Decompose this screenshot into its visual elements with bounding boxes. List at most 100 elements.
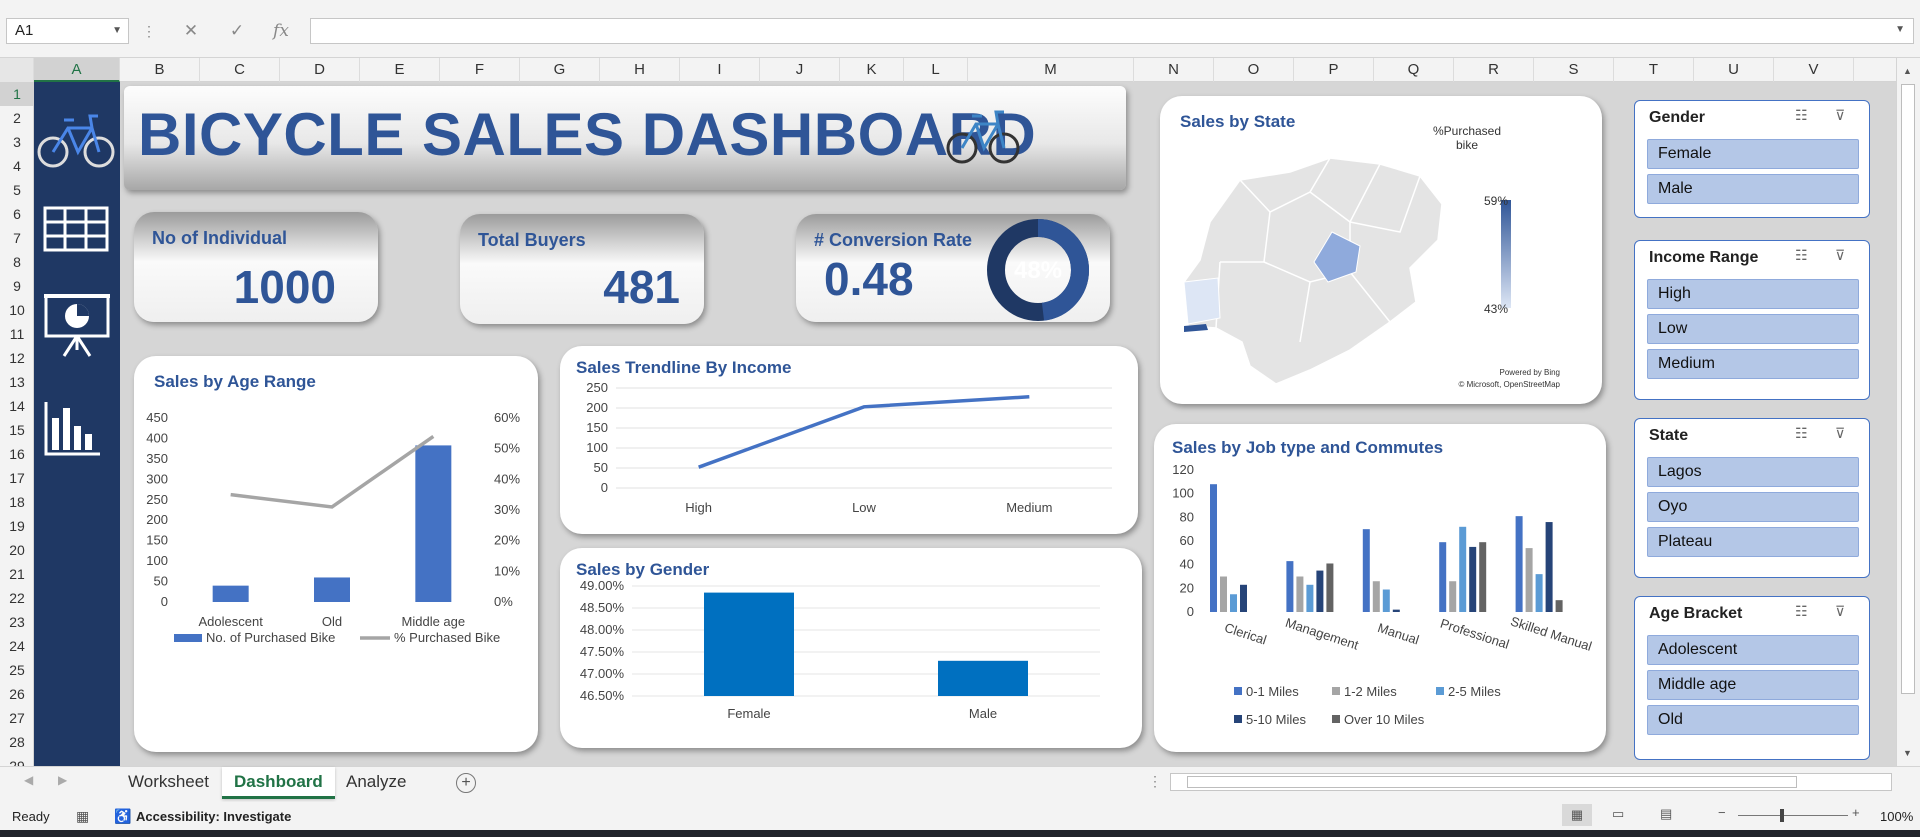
chevron-down-icon[interactable]: ▼ (1895, 24, 1905, 35)
row-header[interactable]: 12 (0, 346, 34, 370)
more-options-icon[interactable]: ⋮ (1148, 773, 1162, 790)
row-header[interactable]: 1 (0, 82, 34, 106)
row-header[interactable]: 28 (0, 730, 34, 754)
add-sheet-button[interactable]: + (456, 773, 476, 793)
column-header-o[interactable]: O (1214, 58, 1294, 82)
column-header-t[interactable]: T (1614, 58, 1694, 82)
table-icon[interactable] (43, 206, 109, 252)
row-header[interactable]: 23 (0, 610, 34, 634)
scroll-down-icon[interactable]: ▼ (1903, 748, 1912, 758)
scroll-right-icon[interactable]: ▶ (58, 773, 67, 787)
multi-select-icon[interactable]: ☷ (1795, 425, 1808, 442)
scroll-thumb[interactable] (1187, 776, 1797, 788)
clear-filter-icon[interactable]: ⊽ (1835, 107, 1845, 124)
page-layout-icon[interactable]: ▭ (1612, 806, 1624, 822)
zoom-slider[interactable] (1738, 809, 1848, 822)
multi-select-icon[interactable]: ☷ (1795, 603, 1808, 620)
column-header-k[interactable]: K (840, 58, 904, 82)
row-header[interactable]: 19 (0, 514, 34, 538)
column-header-c[interactable]: C (200, 58, 280, 82)
tab-dashboard[interactable]: Dashboard (222, 767, 335, 799)
slicer-gender[interactable]: Gender ☷ ⊽ Female Male (1634, 100, 1870, 218)
column-header-g[interactable]: G (520, 58, 600, 82)
select-all-corner[interactable] (0, 58, 34, 82)
column-header-d[interactable]: D (280, 58, 360, 82)
row-header[interactable]: 20 (0, 538, 34, 562)
scroll-thumb[interactable] (1901, 84, 1915, 694)
column-header-s[interactable]: S (1534, 58, 1614, 82)
row-header[interactable]: 3 (0, 130, 34, 154)
formula-input[interactable]: ▼ (310, 18, 1914, 44)
vertical-scrollbar[interactable]: ▲ ▼ (1896, 58, 1920, 766)
column-header-b[interactable]: B (120, 58, 200, 82)
row-header[interactable]: 13 (0, 370, 34, 394)
bicycle-icon[interactable] (36, 104, 116, 174)
column-header-u[interactable]: U (1694, 58, 1774, 82)
horizontal-scrollbar[interactable] (1170, 773, 1892, 791)
slicer-item[interactable]: Medium (1647, 349, 1859, 379)
bar-chart-icon[interactable] (42, 400, 102, 458)
accessibility-icon[interactable]: ♿ (114, 808, 131, 825)
slicer-age-bracket[interactable]: Age Bracket ☷ ⊽ Adolescent Middle age Old (1634, 596, 1870, 760)
column-header-p[interactable]: P (1294, 58, 1374, 82)
column-header-r[interactable]: R (1454, 58, 1534, 82)
multi-select-icon[interactable]: ☷ (1795, 107, 1808, 124)
name-box[interactable]: A1 ▼ (6, 18, 129, 44)
accessibility-status[interactable]: Accessibility: Investigate (136, 809, 291, 824)
row-header[interactable]: 17 (0, 466, 34, 490)
row-header[interactable]: 8 (0, 250, 34, 274)
scroll-up-icon[interactable]: ▲ (1903, 66, 1912, 76)
slicer-item[interactable]: Old (1647, 705, 1859, 735)
row-header[interactable]: 7 (0, 226, 34, 250)
column-header-e[interactable]: E (360, 58, 440, 82)
row-header[interactable]: 4 (0, 154, 34, 178)
presentation-icon[interactable] (42, 290, 112, 360)
row-header[interactable]: 22 (0, 586, 34, 610)
row-header[interactable]: 16 (0, 442, 34, 466)
slicer-item[interactable]: Plateau (1647, 527, 1859, 557)
more-options-icon[interactable]: ⋮ (136, 18, 162, 44)
row-header[interactable]: 24 (0, 634, 34, 658)
slicer-item[interactable]: Adolescent (1647, 635, 1859, 665)
zoom-in-button[interactable]: + (1852, 805, 1860, 820)
column-header-n[interactable]: N (1134, 58, 1214, 82)
column-header-i[interactable]: I (680, 58, 760, 82)
enter-icon[interactable]: ✓ (222, 18, 252, 44)
macro-icon[interactable]: ▦ (76, 808, 89, 825)
page-break-icon[interactable]: ▤ (1660, 806, 1672, 822)
column-header-q[interactable]: Q (1374, 58, 1454, 82)
multi-select-icon[interactable]: ☷ (1795, 247, 1808, 264)
column-header-j[interactable]: J (760, 58, 840, 82)
column-header-a[interactable]: A (34, 58, 120, 82)
column-header-l[interactable]: L (904, 58, 968, 82)
clear-filter-icon[interactable]: ⊽ (1835, 603, 1845, 620)
slicer-item[interactable]: Middle age (1647, 670, 1859, 700)
row-header[interactable]: 25 (0, 658, 34, 682)
row-header[interactable]: 11 (0, 322, 34, 346)
zoom-thumb[interactable] (1780, 809, 1784, 822)
column-header-h[interactable]: H (600, 58, 680, 82)
row-header[interactable]: 2 (0, 106, 34, 130)
row-header[interactable]: 6 (0, 202, 34, 226)
row-header[interactable]: 5 (0, 178, 34, 202)
slicer-state[interactable]: State ☷ ⊽ Lagos Oyo Plateau (1634, 418, 1870, 578)
slicer-item[interactable]: Oyo (1647, 492, 1859, 522)
slicer-item[interactable]: High (1647, 279, 1859, 309)
row-header[interactable]: 26 (0, 682, 34, 706)
insert-function-icon[interactable]: fx (266, 18, 296, 44)
slicer-item[interactable]: Lagos (1647, 457, 1859, 487)
chart-card-gender[interactable]: Sales by Gender 46.50% 47.00% 47.50% 48.00%… (560, 548, 1142, 748)
chart-card-job[interactable]: Sales by Job type and Commutes 0 20 40 60 80… (1154, 424, 1606, 752)
slicer-item[interactable]: Male (1647, 174, 1859, 204)
normal-view-icon[interactable]: ▦ (1562, 804, 1592, 826)
clear-filter-icon[interactable]: ⊽ (1835, 247, 1845, 264)
chart-card-income[interactable]: Sales Trendline By Income 0 50 100 150 200 25… (560, 346, 1138, 534)
map-card[interactable]: Sales by State %Purchased bike 59% 43% Po… (1160, 96, 1602, 404)
scroll-left-icon[interactable]: ◀ (24, 773, 33, 787)
column-header-f[interactable]: F (440, 58, 520, 82)
tab-worksheet[interactable]: Worksheet (116, 767, 221, 799)
row-header[interactable]: 9 (0, 274, 34, 298)
row-header[interactable]: 18 (0, 490, 34, 514)
chart-card-age[interactable]: Sales by Age Range 0 50 100 150 200 250 300 350… (134, 356, 538, 752)
chevron-down-icon[interactable]: ▼ (112, 19, 122, 43)
